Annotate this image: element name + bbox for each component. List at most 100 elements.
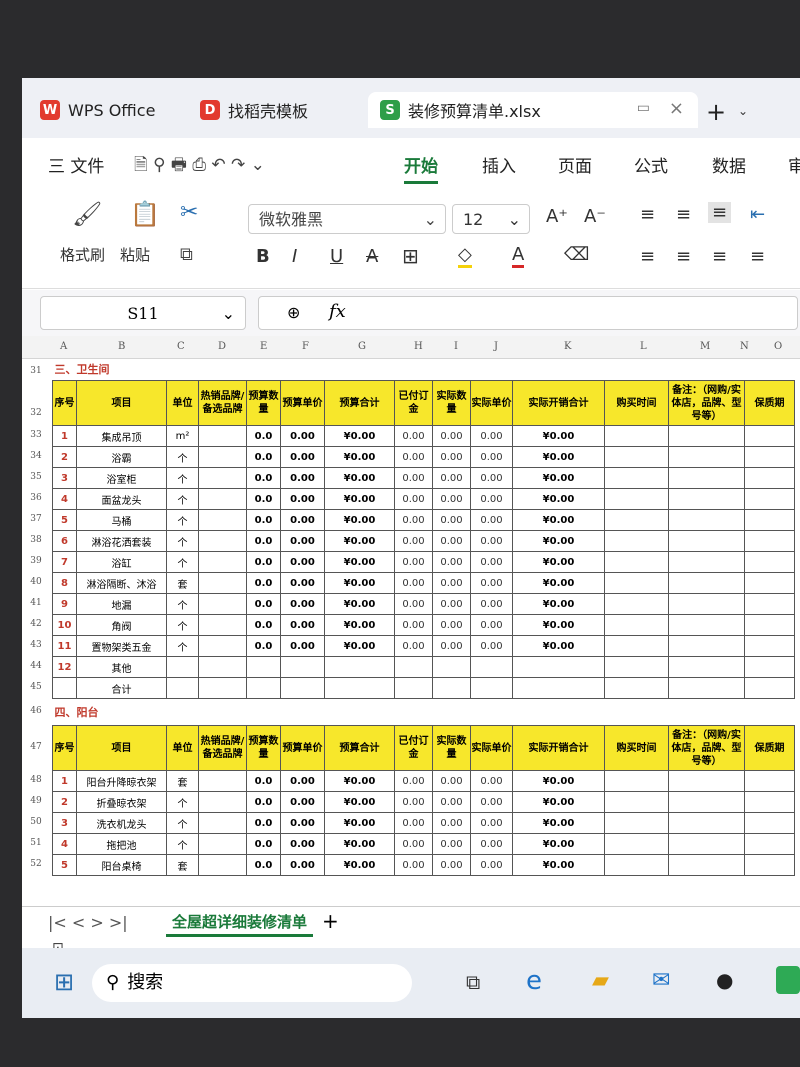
- table-cell[interactable]: 个: [166, 791, 199, 813]
- strikethrough-icon[interactable]: A: [366, 246, 378, 267]
- table-cell[interactable]: ¥0.00: [512, 854, 605, 876]
- table-cell[interactable]: 0.00: [432, 509, 471, 531]
- table-cell[interactable]: 0.00: [470, 551, 513, 573]
- table-cell[interactable]: [198, 446, 247, 468]
- file-explorer-icon[interactable]: ▰: [592, 968, 609, 993]
- row-number[interactable]: 48: [22, 775, 50, 785]
- table-cell[interactable]: 地漏: [76, 593, 167, 615]
- table-cell[interactable]: 0.00: [394, 593, 433, 615]
- table-cell[interactable]: ¥0.00: [324, 770, 395, 792]
- table-cell[interactable]: 0.00: [280, 509, 325, 531]
- table-cell[interactable]: ¥0.00: [512, 572, 605, 594]
- col-G[interactable]: G: [358, 341, 366, 352]
- table-cell[interactable]: [744, 833, 795, 855]
- quick-access-icons[interactable]: 🗎 ⚲ 🖶 ⎙ ↶ ↷ ⌄: [134, 152, 265, 181]
- table-cell[interactable]: [668, 812, 745, 834]
- table-cell[interactable]: [324, 656, 395, 678]
- underline-icon[interactable]: U: [330, 246, 343, 267]
- table-cell[interactable]: 3: [52, 467, 77, 489]
- new-tab-button[interactable]: +: [706, 98, 726, 126]
- col-A[interactable]: A: [60, 341, 67, 352]
- table-cell[interactable]: [604, 467, 669, 489]
- table-cell[interactable]: [198, 614, 247, 636]
- wechat-icon[interactable]: [776, 966, 800, 994]
- fill-color-icon[interactable]: ◇: [458, 244, 472, 268]
- table-cell[interactable]: 0.0: [246, 446, 281, 468]
- table-cell[interactable]: [280, 677, 325, 699]
- fx-icon[interactable]: fx: [329, 301, 346, 322]
- sheet-nav-icons[interactable]: |< < > >|: [48, 913, 128, 932]
- row-number[interactable]: 41: [22, 598, 50, 608]
- table-cell[interactable]: 4: [52, 833, 77, 855]
- table-cell[interactable]: [52, 677, 77, 699]
- table-cell[interactable]: [604, 656, 669, 678]
- table-cell[interactable]: ¥0.00: [512, 467, 605, 489]
- align-center-icon[interactable]: ≡: [676, 246, 691, 267]
- table-cell[interactable]: [744, 572, 795, 594]
- header-cell[interactable]: 预算合计: [324, 725, 395, 771]
- col-B[interactable]: B: [118, 341, 125, 352]
- table-cell[interactable]: [604, 812, 669, 834]
- table-cell[interactable]: [744, 446, 795, 468]
- table-cell[interactable]: [604, 572, 669, 594]
- table-cell[interactable]: 0.0: [246, 791, 281, 813]
- table-cell[interactable]: 个: [166, 833, 199, 855]
- table-cell[interactable]: [246, 677, 281, 699]
- table-cell[interactable]: ¥0.00: [324, 635, 395, 657]
- table-cell[interactable]: [668, 770, 745, 792]
- table-cell[interactable]: 浴缸: [76, 551, 167, 573]
- border-icon[interactable]: ⊞: [402, 244, 419, 268]
- header-cell[interactable]: 购买时间: [604, 725, 669, 771]
- table-cell[interactable]: 拖把池: [76, 833, 167, 855]
- table-cell[interactable]: 5: [52, 509, 77, 531]
- table-cell[interactable]: 0.00: [280, 572, 325, 594]
- clear-icon[interactable]: ⌫: [564, 244, 589, 265]
- table-cell[interactable]: [198, 509, 247, 531]
- table-cell[interactable]: 0.0: [246, 530, 281, 552]
- col-L[interactable]: L: [640, 341, 647, 352]
- table-cell[interactable]: 0.00: [432, 572, 471, 594]
- copy-icon[interactable]: ⧉: [180, 244, 193, 265]
- table-cell[interactable]: 0.00: [432, 770, 471, 792]
- row-number[interactable]: 44: [22, 661, 50, 671]
- row-number[interactable]: 49: [22, 796, 50, 806]
- table-cell[interactable]: 12: [52, 656, 77, 678]
- table-cell[interactable]: 0.00: [394, 791, 433, 813]
- add-sheet-button[interactable]: +: [322, 909, 339, 933]
- header-cell[interactable]: 预算单价: [280, 380, 325, 426]
- table-cell[interactable]: 0.0: [246, 467, 281, 489]
- table-cell[interactable]: [668, 833, 745, 855]
- table-cell[interactable]: [512, 677, 605, 699]
- header-cell[interactable]: 实际单价: [470, 725, 513, 771]
- table-cell[interactable]: 10: [52, 614, 77, 636]
- table-cell[interactable]: 0.00: [394, 833, 433, 855]
- header-cell[interactable]: 已付订金: [394, 380, 433, 426]
- menu-review[interactable]: 审: [788, 152, 800, 177]
- table-cell[interactable]: [668, 530, 745, 552]
- table-cell[interactable]: [668, 677, 745, 699]
- table-cell[interactable]: 0.00: [394, 572, 433, 594]
- table-cell[interactable]: ¥0.00: [512, 425, 605, 447]
- table-cell[interactable]: [470, 677, 513, 699]
- col-O[interactable]: O: [774, 341, 782, 352]
- col-M[interactable]: M: [700, 341, 710, 352]
- table-cell[interactable]: 面盆龙头: [76, 488, 167, 510]
- table-cell[interactable]: ¥0.00: [324, 509, 395, 531]
- table-cell[interactable]: 0.0: [246, 614, 281, 636]
- table-cell[interactable]: ¥0.00: [512, 812, 605, 834]
- zoom-icon[interactable]: ⊕: [287, 303, 300, 322]
- menu-page[interactable]: 页面: [558, 152, 592, 177]
- table-cell[interactable]: ¥0.00: [324, 572, 395, 594]
- row-number[interactable]: 32: [22, 408, 50, 418]
- table-cell[interactable]: 0.00: [394, 812, 433, 834]
- tab-budget-xlsx[interactable]: S 装修预算清单.xlsx ▭ ×: [368, 92, 698, 128]
- table-cell[interactable]: 其他: [76, 656, 167, 678]
- table-cell[interactable]: [166, 656, 199, 678]
- header-cell[interactable]: 保质期: [744, 725, 795, 771]
- table-cell[interactable]: [604, 425, 669, 447]
- table-cell[interactable]: [604, 530, 669, 552]
- table-cell[interactable]: [604, 614, 669, 636]
- table-cell[interactable]: 0.00: [470, 635, 513, 657]
- table-cell[interactable]: [668, 614, 745, 636]
- align-top-icon[interactable]: ≡: [640, 204, 655, 225]
